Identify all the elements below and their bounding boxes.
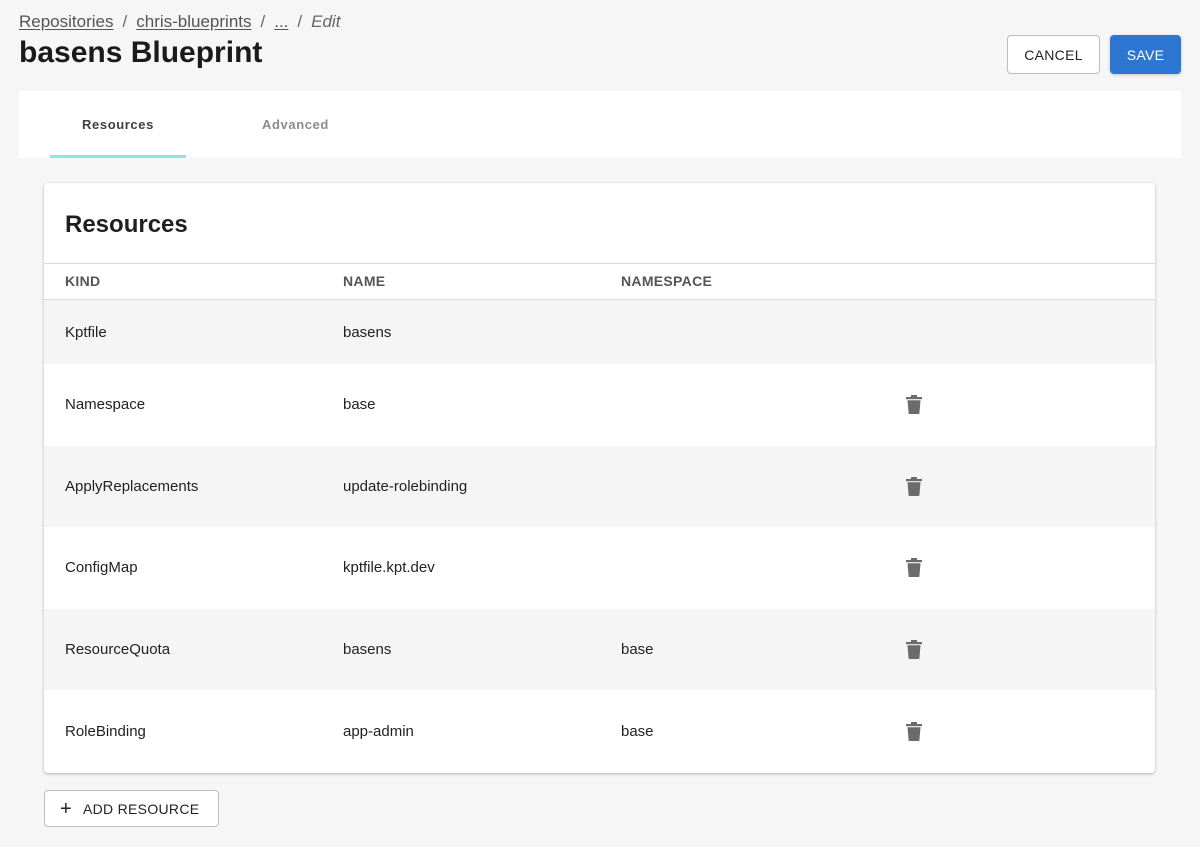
resource-name: basens	[343, 641, 392, 659]
add-resource-label: ADD RESOURCE	[82, 800, 200, 817]
breadcrumb-repositories-link[interactable]: Repositories	[19, 12, 114, 32]
tabs-bar: Resources Advanced	[19, 91, 1181, 158]
trash-icon[interactable]	[905, 558, 923, 578]
table-row[interactable]: RoleBinding app-admin base	[44, 690, 1155, 772]
cancel-button[interactable]: CANCEL	[1007, 35, 1100, 74]
resource-kind: Namespace	[65, 396, 146, 414]
trash-icon[interactable]	[905, 395, 923, 415]
trash-icon[interactable]	[905, 640, 923, 660]
breadcrumb-separator: /	[260, 12, 266, 31]
table-row[interactable]: ApplyReplacements update-rolebinding	[44, 445, 1155, 528]
breadcrumb-separator: /	[122, 12, 128, 31]
breadcrumb-ellipsis-link[interactable]: ...	[274, 12, 288, 32]
column-header-kind: KIND	[65, 273, 101, 289]
column-header-name: NAME	[343, 273, 386, 289]
breadcrumb-repository-link[interactable]: chris-blueprints	[136, 12, 251, 32]
save-button[interactable]: SAVE	[1110, 35, 1181, 74]
table-row[interactable]: ResourceQuota basens base	[44, 608, 1155, 691]
resource-name: app-admin	[343, 722, 414, 740]
breadcrumb: Repositories / chris-blueprints / ... / …	[19, 12, 340, 32]
resource-name: basens	[343, 323, 392, 341]
breadcrumb-current: Edit	[311, 12, 341, 31]
active-tab-indicator	[50, 155, 186, 158]
resources-card: Resources KIND NAME NAMESPACE Kptfile ba…	[44, 183, 1155, 773]
tab-advanced[interactable]: Advanced	[229, 91, 362, 158]
resource-namespace: base	[621, 722, 654, 740]
column-header-namespace: NAMESPACE	[621, 273, 713, 289]
plus-icon: +	[60, 797, 72, 820]
resources-table-body: Kptfile basens Namespace base ApplyRepla…	[44, 300, 1155, 772]
resource-namespace: base	[621, 641, 654, 659]
page-title: basens Blueprint	[19, 36, 263, 69]
resource-name: kptfile.kpt.dev	[343, 559, 435, 577]
trash-icon[interactable]	[905, 721, 923, 741]
breadcrumb-separator: /	[297, 12, 303, 31]
table-row[interactable]: Namespace base	[44, 364, 1155, 446]
table-row[interactable]: Kptfile basens	[44, 300, 1155, 364]
resource-name: base	[343, 396, 376, 414]
resource-kind: ResourceQuota	[65, 641, 171, 659]
add-resource-button[interactable]: + ADD RESOURCE	[44, 790, 219, 827]
resources-title: Resources	[65, 211, 188, 238]
resource-name: update-rolebinding	[343, 477, 468, 495]
resource-kind: ConfigMap	[65, 559, 138, 577]
resource-kind: Kptfile	[65, 323, 107, 341]
resource-kind: RoleBinding	[65, 722, 146, 740]
table-row[interactable]: ConfigMap kptfile.kpt.dev	[44, 527, 1155, 609]
table-header: KIND NAME NAMESPACE	[44, 263, 1155, 300]
resource-kind: ApplyReplacements	[65, 477, 199, 495]
trash-icon[interactable]	[905, 476, 923, 496]
tab-resources[interactable]: Resources	[50, 91, 186, 158]
